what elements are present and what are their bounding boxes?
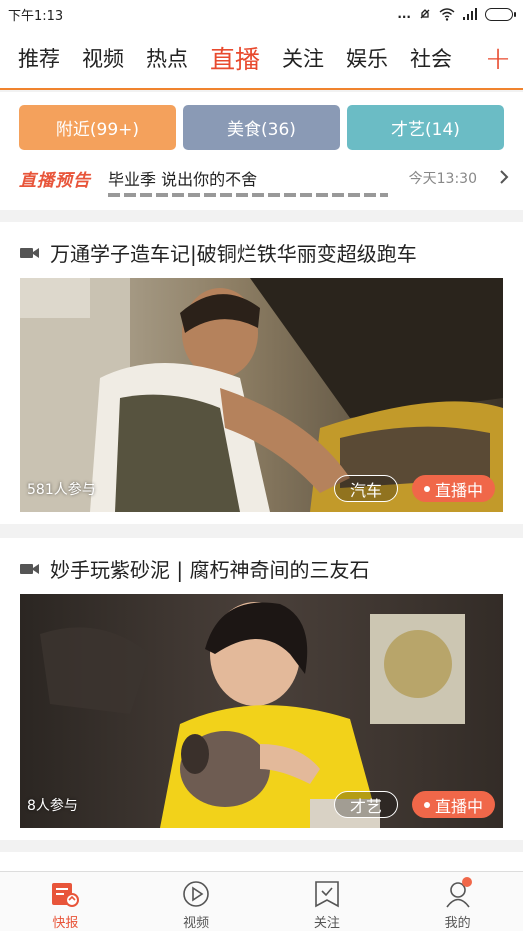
play-icon	[181, 879, 211, 909]
nav-label: 关注	[313, 916, 340, 931]
video-camera-icon	[20, 563, 39, 574]
category-talent-button[interactable]: 才艺(14)	[347, 105, 504, 150]
follow-icon	[312, 879, 342, 909]
live-thumbnail[interactable]: 8人参与 才艺 直播中	[20, 594, 503, 828]
live-preview-row[interactable]: 直播预告 毕业季 说出你的不舍 今天13:30	[19, 165, 509, 191]
category-tag[interactable]: 汽车	[333, 475, 398, 502]
more-dots-icon: ...	[397, 7, 411, 21]
add-channel-button[interactable]: +	[473, 28, 523, 88]
nav-label: 我的	[444, 916, 471, 931]
live-status-badge: 直播中	[411, 475, 495, 502]
silent-icon	[420, 9, 430, 19]
status-icons: ...	[397, 7, 516, 21]
tab-hot[interactable]: 热点	[146, 43, 188, 73]
card-title: 万通学子造车记|破铜烂铁华丽变超级跑车	[20, 238, 417, 267]
live-status-label: 直播中	[434, 796, 483, 816]
nav-item-follow[interactable]: 关注	[262, 872, 393, 931]
live-status-label: 直播中	[434, 480, 483, 500]
news-icon	[50, 879, 80, 909]
live-preview-logo: 直播预告	[19, 170, 91, 191]
category-card: 附近(99+) 美食(36) 才艺(14) 直播预告 毕业季 说出你的不舍 今天…	[0, 92, 523, 210]
live-dot-icon	[423, 801, 430, 808]
live-feed-card[interactable]: 万通学子造车记|破铜烂铁华丽变超级跑车 581人参与 汽车 直播中	[0, 222, 523, 524]
nav-item-news[interactable]: 快报	[0, 872, 131, 931]
chevron-right-icon	[499, 166, 509, 190]
category-buttons: 附近(99+) 美食(36) 才艺(14)	[19, 105, 504, 150]
signal-icon	[463, 7, 477, 20]
tab-video[interactable]: 视频	[82, 43, 124, 73]
tab-recommend[interactable]: 推荐	[18, 43, 60, 73]
live-status-badge: 直播中	[411, 791, 495, 818]
status-bar: 下午1:13 ...	[0, 0, 523, 28]
bottom-nav: 快报 视频 关注 我的	[0, 871, 523, 931]
card-title: 妙手玩紫砂泥 | 腐朽神奇间的三友石	[20, 554, 369, 583]
next-preview-peek	[108, 191, 388, 197]
tab-entertainment[interactable]: 娱乐	[346, 43, 388, 73]
category-nearby-button[interactable]: 附近(99+)	[19, 105, 176, 150]
category-food-button[interactable]: 美食(36)	[183, 105, 340, 150]
card-title-text: 妙手玩紫砂泥 | 腐朽神奇间的三友石	[50, 558, 370, 582]
next-card-peek	[0, 852, 523, 872]
nav-item-profile[interactable]: 我的	[392, 872, 523, 931]
tab-live[interactable]: 直播	[210, 40, 260, 76]
live-feed-card[interactable]: 妙手玩紫砂泥 | 腐朽神奇间的三友石 8人参与 才艺 直播中	[0, 538, 523, 840]
nav-label: 快报	[52, 916, 79, 931]
nav-label: 视频	[183, 916, 210, 931]
participant-count: 581人参与	[27, 482, 96, 498]
category-tag[interactable]: 才艺	[333, 791, 398, 818]
participant-count: 8人参与	[27, 798, 78, 814]
nav-item-video[interactable]: 视频	[131, 872, 262, 931]
tab-society[interactable]: 社会	[410, 43, 452, 73]
live-dot-icon	[423, 485, 430, 492]
plus-icon: +	[484, 39, 512, 77]
channel-bar: 推荐 视频 热点 直播 关注 娱乐 社会 +	[0, 28, 523, 90]
live-preview-text: 毕业季 说出你的不舍	[108, 170, 258, 189]
status-time: 下午1:13	[8, 8, 64, 24]
video-camera-icon	[20, 247, 39, 258]
live-preview-time: 今天13:30	[408, 171, 477, 187]
live-thumbnail[interactable]: 581人参与 汽车 直播中	[20, 278, 503, 512]
channel-tabs: 推荐 视频 热点 直播 关注 娱乐 社会	[0, 40, 470, 76]
battery-icon	[485, 7, 516, 21]
card-title-text: 万通学子造车记|破铜烂铁华丽变超级跑车	[50, 242, 417, 266]
wifi-icon	[439, 7, 455, 21]
tab-follow[interactable]: 关注	[282, 43, 324, 73]
